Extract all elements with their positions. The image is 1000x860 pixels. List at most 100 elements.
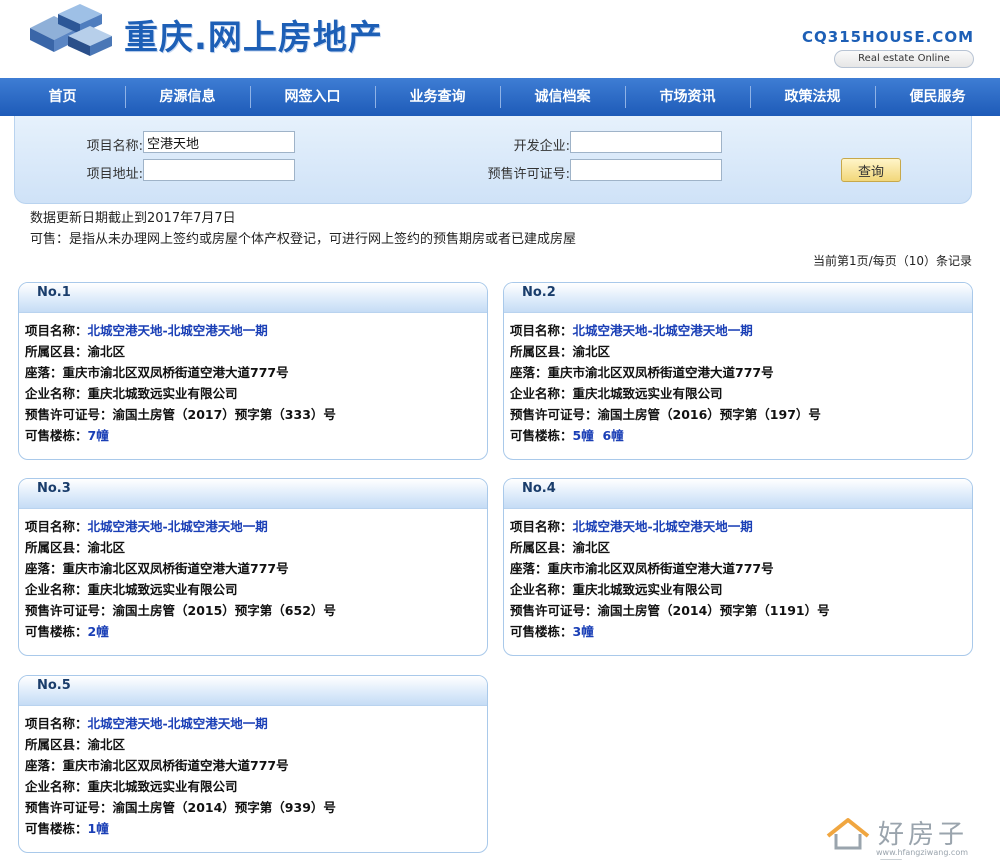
company-label: 企业名称： [25, 779, 88, 794]
result-number: No.3 [19, 479, 487, 509]
presale-permit-input[interactable] [570, 159, 722, 181]
permit-label: 预售许可证号： [510, 603, 598, 618]
nav-item-online-signing[interactable]: 网签入口 [250, 78, 375, 116]
project-label: 项目名称： [510, 519, 573, 534]
nav-item-market-news[interactable]: 市场资讯 [625, 78, 750, 116]
project-link[interactable]: 北城空港天地-北城空港天地一期 [573, 323, 753, 338]
location-value: 重庆市渝北区双凤桥街道空港大道777号 [547, 561, 774, 576]
project-link[interactable]: 北城空港天地-北城空港天地一期 [573, 519, 753, 534]
company-label: 企业名称： [510, 582, 573, 597]
result-card: No.3 项目名称：北城空港天地-北城空港天地一期 所属区县：渝北区 座落：重庆… [18, 478, 488, 656]
company-value: 重庆北城致远实业有限公司 [87, 779, 238, 794]
project-link[interactable]: 北城空港天地-北城空港天地一期 [88, 519, 268, 534]
location-label: 座落： [25, 561, 63, 576]
location-label: 座落： [25, 365, 63, 380]
result-card: No.4 项目名称：北城空港天地-北城空港天地一期 所属区县：渝北区 座落：重庆… [503, 478, 973, 656]
search-panel: 项目名称: 项目地址: 开发企业: 预售许可证号: 查询 [14, 116, 972, 204]
query-button[interactable]: 查询 [841, 158, 901, 182]
result-card: No.2 项目名称：北城空港天地-北城空港天地一期 所属区县：渝北区 座落：重庆… [503, 282, 973, 460]
building-link[interactable]: 1幢 [88, 821, 109, 836]
result-card: No.1 项目名称：北城空港天地-北城空港天地一期 所属区县：渝北区 座落：重庆… [18, 282, 488, 460]
nav-item-listings[interactable]: 房源信息 [125, 78, 250, 116]
site-title: 重庆.网上房地产 [124, 18, 383, 58]
buildings-label: 可售楼栋： [25, 624, 88, 639]
nav-item-business-query[interactable]: 业务查询 [375, 78, 500, 116]
district-label: 所属区县： [25, 737, 88, 752]
nav-item-services[interactable]: 便民服务 [875, 78, 1000, 116]
location-label: 座落： [510, 561, 548, 576]
district-value: 渝北区 [87, 737, 126, 752]
brand-domain: CQ315HOUSE.COM [802, 28, 974, 46]
presale-permit-label: 预售许可证号: [487, 167, 570, 182]
district-label: 所属区县： [510, 344, 573, 359]
building-link[interactable]: 7幢 [88, 428, 109, 443]
permit-label: 预售许可证号： [25, 603, 113, 618]
pager-info: 当前第1页/每页（10）条记录 [813, 254, 972, 268]
nav-item-credit-records[interactable]: 诚信档案 [500, 78, 625, 116]
logo-cubes-icon [30, 4, 112, 56]
location-value: 重庆市渝北区双凤桥街道空港大道777号 [62, 365, 289, 380]
district-label: 所属区县： [25, 540, 88, 555]
district-label: 所属区县： [510, 540, 573, 555]
site-header: 重庆.网上房地产 CQ315HOUSE.COM Real estate Onli… [0, 0, 1000, 78]
buildings-label: 可售楼栋： [25, 821, 88, 836]
permit-value: 渝国土房管（2017）预字第（333）号 [112, 407, 336, 422]
project-name-label: 项目名称: [86, 139, 143, 154]
project-label: 项目名称： [510, 323, 573, 338]
result-number: No.2 [504, 283, 972, 313]
project-address-input[interactable] [143, 159, 295, 181]
location-label: 座落： [25, 758, 63, 773]
permit-value: 渝国土房管（2014）预字第（1191）号 [597, 603, 830, 618]
result-card: No.5 项目名称：北城空港天地-北城空港天地一期 所属区县：渝北区 座落：重庆… [18, 675, 488, 853]
result-number: No.1 [19, 283, 487, 313]
developer-label: 开发企业: [513, 139, 570, 154]
watermark-url: www.hfangziwang.com [876, 848, 969, 857]
project-label: 项目名称： [25, 716, 88, 731]
result-number: No.5 [19, 676, 487, 706]
building-link[interactable]: 3幢 [573, 624, 594, 639]
company-value: 重庆北城致远实业有限公司 [572, 386, 723, 401]
company-value: 重庆北城致远实业有限公司 [572, 582, 723, 597]
district-value: 渝北区 [87, 344, 126, 359]
notes: 数据更新日期截止到2017年7月7日 可售：是指从未办理网上签约或房屋个体产权登… [30, 208, 576, 250]
project-label: 项目名称： [25, 323, 88, 338]
brand-block: CQ315HOUSE.COM Real estate Online [802, 28, 974, 68]
nav-item-policies[interactable]: 政策法规 [750, 78, 875, 116]
location-value: 重庆市渝北区双凤桥街道空港大道777号 [62, 758, 289, 773]
permit-value: 渝国土房管（2015）预字第（652）号 [112, 603, 336, 618]
location-value: 重庆市渝北区双凤桥街道空港大道777号 [547, 365, 774, 380]
watermark: 好房子网 www.hfangziwang.com [820, 812, 990, 860]
permit-value: 渝国土房管（2016）预字第（197）号 [597, 407, 821, 422]
permit-label: 预售许可证号： [25, 800, 113, 815]
building-link[interactable]: 2幢 [88, 624, 109, 639]
buildings-label: 可售楼栋： [510, 428, 573, 443]
project-name-input[interactable] [143, 131, 295, 153]
result-number: No.4 [504, 479, 972, 509]
company-label: 企业名称： [25, 386, 88, 401]
nav-item-home[interactable]: 首页 [0, 78, 125, 116]
permit-value: 渝国土房管（2014）预字第（939）号 [112, 800, 336, 815]
project-link[interactable]: 北城空港天地-北城空港天地一期 [88, 323, 268, 338]
company-value: 重庆北城致远实业有限公司 [87, 582, 238, 597]
district-label: 所属区县： [25, 344, 88, 359]
company-label: 企业名称： [510, 386, 573, 401]
buildings-label: 可售楼栋： [25, 428, 88, 443]
brand-tagline: Real estate Online [834, 50, 974, 68]
building-link[interactable]: 5幢 [573, 428, 594, 443]
main-nav: 首页 房源信息 网签入口 业务查询 诚信档案 市场资讯 政策法规 便民服务 [0, 78, 1000, 116]
update-date-text: 数据更新日期截止到2017年7月7日 [30, 211, 236, 226]
project-address-label: 项目地址: [86, 167, 143, 182]
location-value: 重庆市渝北区双凤桥街道空港大道777号 [62, 561, 289, 576]
company-label: 企业名称： [25, 582, 88, 597]
developer-input[interactable] [570, 131, 722, 153]
district-value: 渝北区 [572, 344, 611, 359]
company-value: 重庆北城致远实业有限公司 [87, 386, 238, 401]
project-link[interactable]: 北城空港天地-北城空港天地一期 [88, 716, 268, 731]
district-value: 渝北区 [572, 540, 611, 555]
district-value: 渝北区 [87, 540, 126, 555]
buildings-label: 可售楼栋： [510, 624, 573, 639]
building-link[interactable]: 6幢 [602, 428, 623, 443]
location-label: 座落： [510, 365, 548, 380]
available-definition-text: 可售：是指从未办理网上签约或房屋个体产权登记，可进行网上签约的预售期房或者已建成… [30, 232, 577, 247]
house-logo-icon [826, 818, 870, 850]
